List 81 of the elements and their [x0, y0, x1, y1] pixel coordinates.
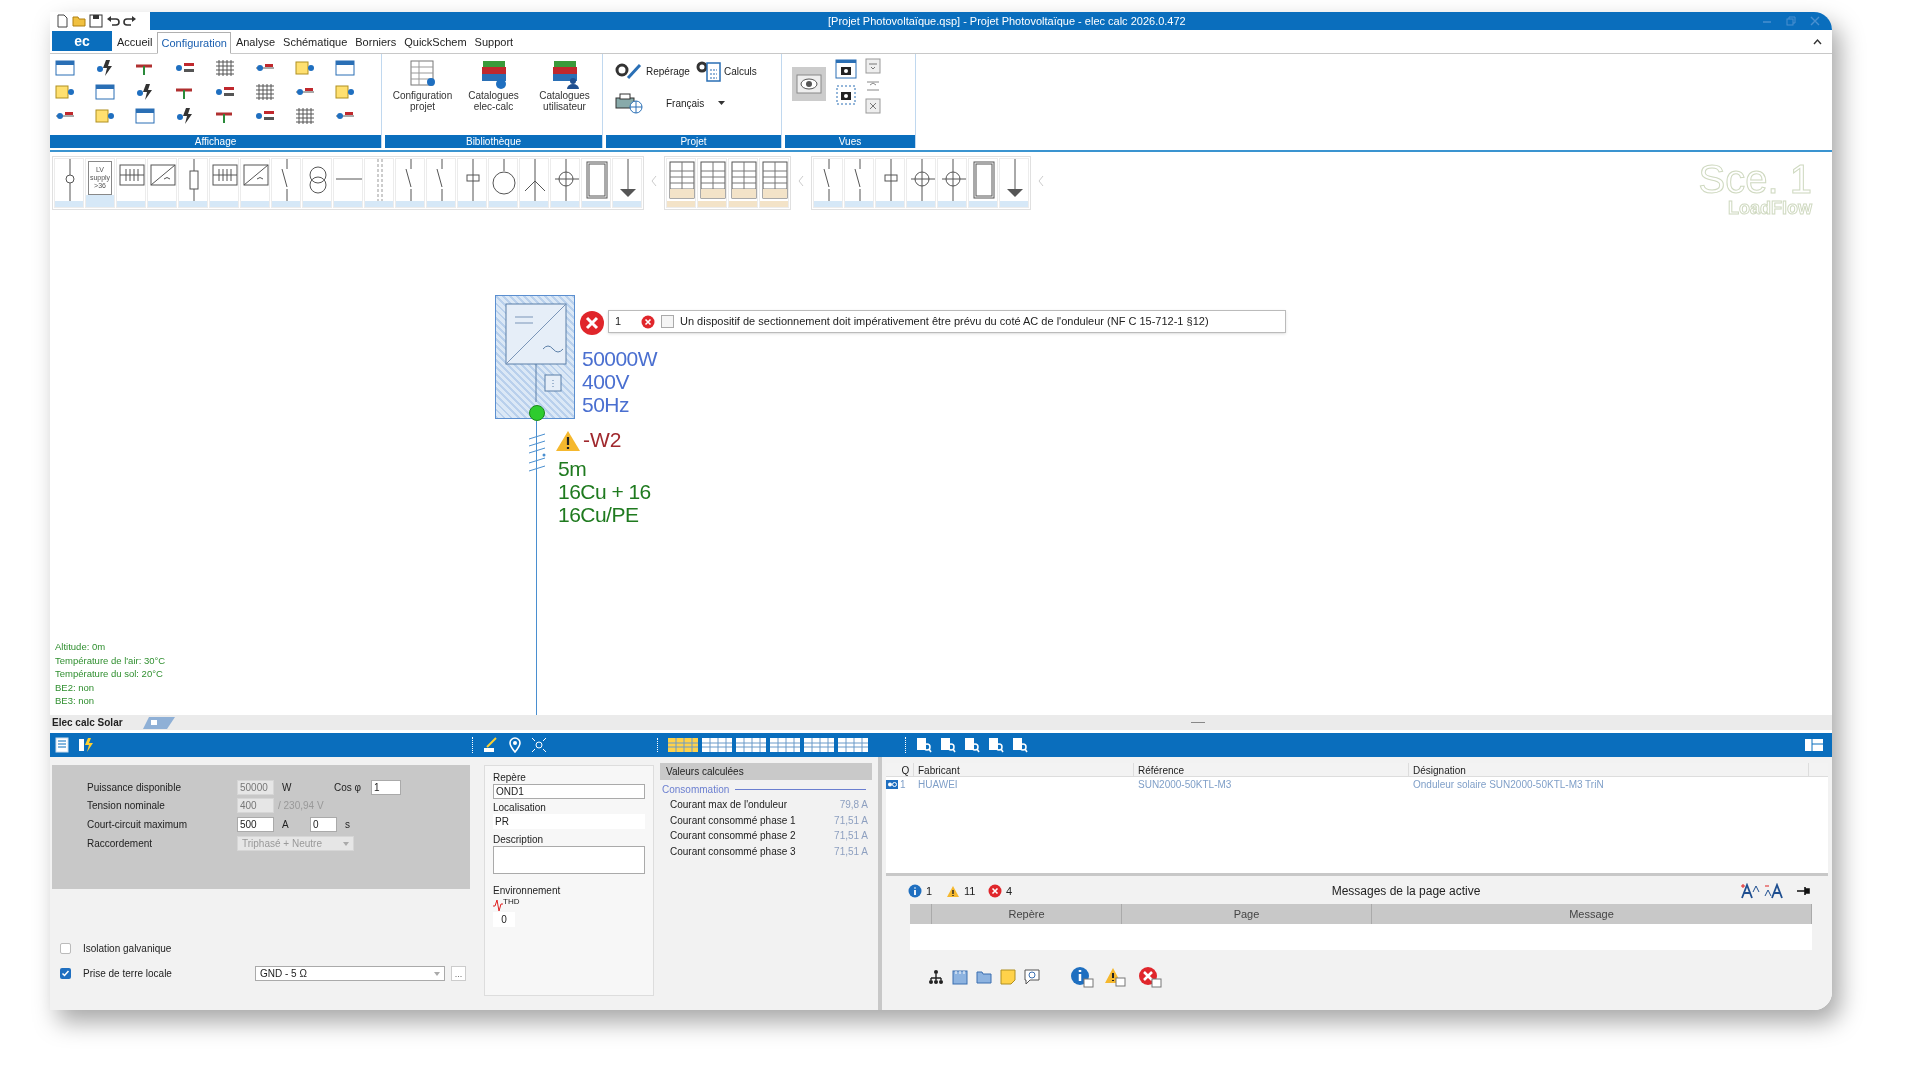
thd-label: THD — [503, 898, 520, 906]
error-count: 4 — [1006, 883, 1013, 899]
value-text: 71,51 A — [834, 844, 868, 859]
field-label: Tension nominale — [86, 799, 166, 813]
ribbon-group-label: Affichage — [50, 135, 381, 148]
panel-title: Messages de la page active — [1330, 883, 1482, 900]
scenario-mode: LoadFlow — [1728, 199, 1812, 217]
table-cell-text: Onduleur solaire SUN2000-50KTL-M3 TriN — [1412, 777, 1605, 792]
menu-tab[interactable]: Support — [471, 31, 517, 53]
repere-field[interactable]: OND1 — [493, 784, 645, 799]
ribbon-button[interactable]: Catalogues utilisateur — [531, 58, 598, 112]
browse-button[interactable]: ... — [451, 966, 466, 981]
group-label: Consommation — [662, 783, 730, 797]
table-cell-text: HUAWEI — [917, 777, 959, 792]
ribbon-group-label: Projet — [606, 135, 781, 148]
error-message: Un dispositif de sectionnement doit impérativement être prévu du coté AC de l'onduleur (NF C 15-712-1 §12) — [680, 314, 1209, 330]
ribbon-group-label: Vues — [785, 135, 915, 148]
unit-label: W — [282, 781, 293, 795]
menu-tab[interactable]: Configuration — [157, 32, 231, 54]
table-cell-text: SUN2000-50KTL-M3 — [1137, 777, 1233, 792]
language-dropdown[interactable]: Français — [666, 95, 726, 111]
input-field[interactable]: 0 — [310, 817, 337, 832]
menu-tab[interactable]: Accueil — [114, 31, 156, 53]
menu-tab[interactable]: Borniers — [352, 31, 400, 53]
column-header: Référence — [1134, 763, 1409, 776]
field-label: Raccordement — [86, 837, 154, 851]
environment-text: Altitude: 0m — [55, 640, 107, 654]
unit-label: Cos φ — [334, 781, 363, 795]
menu-tab[interactable]: Analyse — [232, 31, 279, 53]
field-label: Environnement — [493, 884, 562, 897]
localisation-field[interactable]: PR — [493, 814, 645, 829]
info-count: 1 — [926, 883, 934, 899]
cable-spec-text: 16Cu + 16 — [558, 480, 651, 503]
column-header: Fabricant — [914, 763, 1134, 776]
environment-text: BE3: non — [55, 694, 96, 708]
rating-text: 400V — [582, 370, 631, 393]
ground-dropdown[interactable]: GND - 5 Ω — [255, 966, 445, 981]
menu-tab[interactable]: QuickSchem — [401, 31, 470, 53]
field-label: Puissance disponible — [86, 781, 182, 795]
unit-label: s — [345, 818, 350, 832]
checkbox-label: Prise de terre locale — [83, 967, 173, 981]
cable-spec-text: 5m — [558, 457, 588, 480]
column-header: Q — [886, 763, 914, 776]
environment-text: BE2: non — [55, 680, 96, 694]
input-field[interactable]: 500 — [237, 817, 274, 832]
column-header: Désignation — [1409, 763, 1809, 776]
section-header: Valeurs calculées — [660, 763, 872, 780]
scenario-name: Sce. 1 — [1698, 159, 1812, 199]
error-count: 1 — [615, 314, 623, 330]
rating-text: 50000W — [582, 347, 658, 370]
field-label: Repère — [493, 771, 527, 784]
value-label: Courant consommé phase 3 — [670, 844, 796, 859]
value-text: 71,51 A — [834, 813, 868, 828]
ribbon-button[interactable]: Repérage — [614, 61, 690, 81]
rating-text: 50Hz — [582, 393, 630, 416]
value-label: Courant consommé phase 1 — [670, 813, 796, 828]
value-text: 79,8 A — [839, 798, 868, 812]
field-label: Description — [493, 833, 545, 846]
ribbon-group-label: Bibliothèque — [385, 135, 602, 148]
value-label: Courant max de l'onduleur — [670, 798, 787, 812]
field-label: Localisation — [493, 801, 547, 814]
ribbon-button[interactable]: Calculs — [695, 60, 757, 82]
cable-spec-text: 16Cu/PE — [558, 503, 640, 526]
value-label: Courant consommé phase 2 — [670, 829, 796, 843]
warning-count: 11 — [964, 883, 977, 899]
field-label: Court-circuit maximum — [86, 818, 188, 832]
environment-text: Température du sol: 20°C — [55, 667, 164, 681]
environment-text: Température de l'air: 30°C — [55, 653, 166, 667]
ribbon-button[interactable]: Configuration projet — [389, 58, 456, 112]
value-text: 71,51 A — [834, 829, 868, 843]
table-cell-text: 1 — [900, 777, 906, 792]
thd-value: 0 — [493, 912, 515, 927]
menu-tab[interactable]: Schématique — [280, 31, 351, 53]
app-button[interactable]: ec — [52, 31, 112, 51]
ribbon-button[interactable]: Catalogues elec-calc — [460, 58, 527, 112]
panel-tab[interactable]: Elec calc Solar — [52, 715, 123, 730]
checkbox-label: Isolation galvanique — [83, 942, 173, 956]
window-title: [Projet Photovoltaïque.qsp] - Projet Photovoltaïque - elec calc 2026.0.472 — [828, 13, 1186, 29]
unit-label: A — [282, 818, 290, 832]
input-field[interactable]: 1 — [371, 780, 401, 795]
cable-name: -W2 — [583, 428, 622, 452]
